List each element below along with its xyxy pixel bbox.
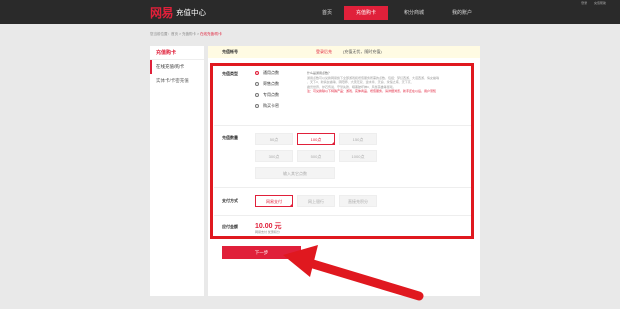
account-note: (充值无忧，随时充值) [343, 49, 382, 54]
help-link[interactable]: 充值帮助 [594, 1, 606, 5]
breadcrumb-item-recharge[interactable]: 充值购卡 [182, 32, 196, 36]
account-row: 充值帐号 登录后充 (充值无忧，随时充值) [208, 46, 480, 58]
sidebar-title: 充值购卡 [150, 46, 204, 60]
sidebar: 充值购卡 在线充值/购卡 实体卡/卡密充值 [150, 46, 204, 296]
breadcrumb-item-home[interactable]: 首页 [171, 32, 178, 36]
next-button[interactable]: 下一步 [222, 246, 301, 259]
breadcrumb-item-current: 在线充值/购卡 [200, 32, 222, 36]
breadcrumb-prefix: 您当前位置： [150, 32, 171, 36]
top-links: 登录 充值帮助 [575, 1, 606, 5]
top-bar: 登录 充值帮助 网易 充值中心 首页 充值购卡 积分商城 我的账户 [0, 0, 620, 24]
brand-logo: 网易 [150, 5, 174, 20]
account-label: 充值帐号 [222, 49, 238, 54]
breadcrumb: 您当前位置：首页 > 充值购卡 > 在线充值/购卡 [150, 32, 222, 37]
site-title: 充值中心 [176, 7, 207, 17]
account-login-link[interactable]: 登录后充 [316, 49, 332, 55]
login-link[interactable]: 登录 [581, 1, 587, 5]
nav-item-recharge[interactable]: 充值购卡 [344, 6, 388, 20]
nav-item-points-mall[interactable]: 积分商城 [392, 6, 436, 20]
sidebar-item-online-recharge[interactable]: 在线充值/购卡 [150, 60, 204, 74]
nav-item-my-account[interactable]: 我的账户 [440, 6, 484, 20]
highlight-frame [210, 63, 474, 239]
sidebar-item-card-recharge[interactable]: 实体卡/卡密充值 [150, 74, 204, 88]
logo[interactable]: 网易 充值中心 [150, 4, 206, 20]
